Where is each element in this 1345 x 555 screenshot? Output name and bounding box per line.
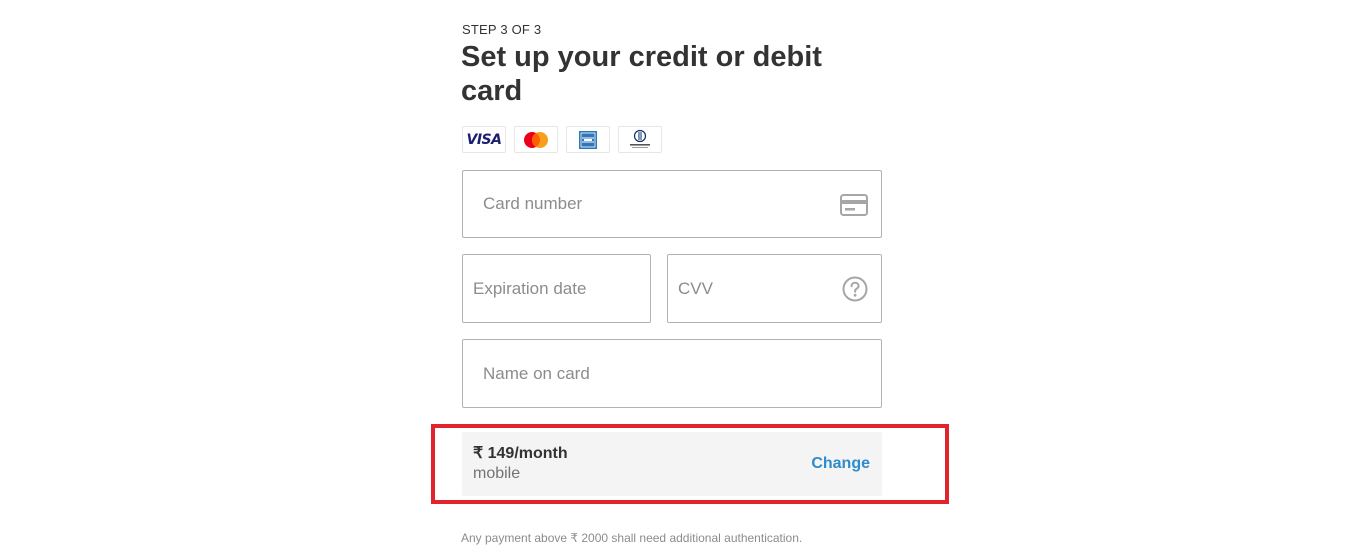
amex-logo-icon	[566, 126, 610, 153]
visa-logo-icon: VISA	[462, 126, 506, 153]
expiration-date-input[interactable]	[463, 255, 650, 322]
cvv-field[interactable]	[667, 254, 882, 323]
card-number-field[interactable]	[462, 170, 882, 238]
card-logos: VISA	[462, 126, 662, 153]
expiration-date-field[interactable]	[462, 254, 651, 323]
name-on-card-input[interactable]	[463, 340, 881, 407]
authentication-note: Any payment above ₹ 2000 shall need addi…	[461, 531, 803, 545]
payment-page: STEP 3 OF 3 Set up your credit or debit …	[0, 0, 1345, 555]
diners-club-logo-icon	[618, 126, 662, 153]
highlight-box	[431, 424, 949, 504]
mastercard-logo-icon	[514, 126, 558, 153]
card-number-input[interactable]	[463, 171, 881, 237]
credit-card-icon	[840, 194, 868, 216]
name-on-card-field[interactable]	[462, 339, 882, 408]
help-circle-icon[interactable]	[842, 276, 868, 302]
page-title: Set up your credit or debit card	[461, 41, 822, 107]
step-indicator: STEP 3 OF 3	[462, 22, 542, 37]
